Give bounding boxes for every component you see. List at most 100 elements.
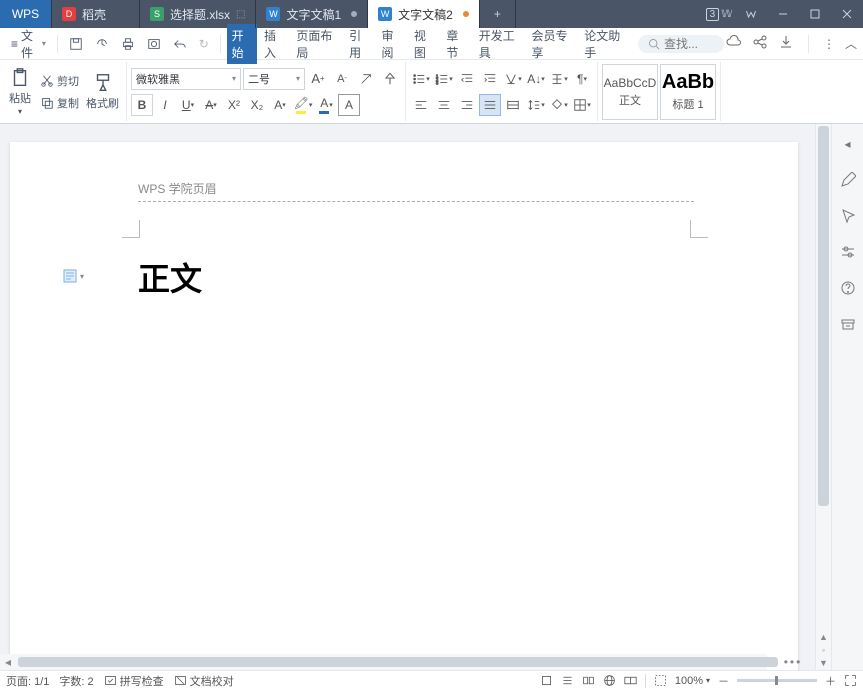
tab-doc2-active[interactable]: W文字文稿2 — [368, 0, 480, 28]
document-area[interactable]: WPS 学院页眉 正文 ▾ ◂ ▸ ••• — [0, 124, 815, 670]
zoom-fit-icon[interactable] — [654, 674, 667, 687]
scroll-left-icon[interactable]: ◂ — [0, 655, 16, 669]
more-icon[interactable]: ⋮ — [823, 37, 835, 51]
spellcheck-toggle[interactable]: 拼写检查 — [104, 673, 164, 689]
expand-sidebar-icon[interactable]: ◂ — [836, 132, 860, 156]
align-right-icon[interactable] — [456, 94, 478, 116]
align-left-icon[interactable] — [410, 94, 432, 116]
text-effects-icon[interactable]: A▾ — [269, 94, 291, 116]
ribbon-tab-devtools[interactable]: 开发工具 — [474, 24, 525, 64]
search-input[interactable] — [664, 37, 714, 51]
underline-icon[interactable]: U▾ — [177, 94, 199, 116]
hscroll-thumb[interactable] — [18, 657, 778, 667]
tab-docer[interactable]: D稻壳 — [52, 0, 140, 28]
view-reading-icon[interactable] — [582, 674, 595, 687]
document-body-text[interactable]: 正文 — [138, 254, 202, 300]
superscript-icon[interactable]: X² — [223, 94, 245, 116]
cloud-icon[interactable] — [726, 34, 742, 53]
next-page-icon[interactable]: ▼ — [819, 658, 828, 668]
font-color-icon[interactable]: A▾ — [315, 94, 337, 116]
settings-slider-icon[interactable] — [836, 240, 860, 264]
hamburger-menu[interactable]: ≡ 文件 ▾ — [6, 24, 51, 64]
ribbon-tab-section[interactable]: 章节 — [441, 24, 471, 64]
italic-icon[interactable]: I — [154, 94, 176, 116]
view-web-icon[interactable] — [603, 674, 616, 687]
ribbon-tab-review[interactable]: 审阅 — [377, 24, 407, 64]
print-preview-icon[interactable] — [90, 34, 114, 54]
strikethrough-icon[interactable]: A▾ — [200, 94, 222, 116]
align-center-icon[interactable] — [433, 94, 455, 116]
select-tool-icon[interactable] — [836, 204, 860, 228]
proofread-toggle[interactable]: 文档校对 — [174, 673, 234, 689]
align-distrib-icon[interactable] — [502, 94, 524, 116]
numbering-icon[interactable]: 123▾ — [433, 68, 455, 90]
ribbon-tab-layout[interactable]: 页面布局 — [291, 24, 342, 64]
ribbon-tab-view[interactable]: 视图 — [409, 24, 439, 64]
copy-button[interactable]: 复制 — [37, 93, 82, 113]
fullscreen-icon[interactable] — [844, 674, 857, 687]
page-indicator[interactable]: 页面: 1/1 — [6, 673, 49, 689]
page[interactable]: WPS 学院页眉 正文 — [10, 142, 798, 670]
subscript-icon[interactable]: X₂ — [246, 94, 268, 116]
view-outline-icon[interactable] — [561, 674, 574, 687]
maximize-button[interactable] — [799, 0, 831, 28]
pen-tool-icon[interactable] — [836, 168, 860, 192]
decrease-indent-icon[interactable] — [456, 68, 478, 90]
ribbon-tab-insert[interactable]: 插入 — [259, 24, 289, 64]
ribbon-tab-references[interactable]: 引用 — [344, 24, 374, 64]
prev-page-icon[interactable]: ▲ — [819, 632, 828, 642]
ribbon-tab-member[interactable]: 会员专享 — [526, 24, 577, 64]
vertical-scrollbar[interactable]: ▲ ◦ ▼ — [815, 124, 831, 670]
zoom-slider[interactable] — [737, 679, 817, 682]
bullets-icon[interactable]: ▾ — [410, 68, 432, 90]
close-button[interactable] — [831, 0, 863, 28]
help-icon[interactable] — [836, 276, 860, 300]
share-icon[interactable] — [752, 34, 768, 53]
redo-icon[interactable]: ↻ — [194, 34, 214, 54]
word-count[interactable]: 字数: 2 — [59, 673, 93, 689]
format-painter-button[interactable]: 格式刷 — [82, 70, 123, 113]
save-icon[interactable] — [64, 34, 88, 54]
page-header[interactable]: WPS 学院页眉 — [138, 180, 694, 202]
new-tab-button[interactable]: + — [480, 0, 516, 28]
para-marks-icon[interactable]: ¶▾ — [571, 68, 593, 90]
increase-indent-icon[interactable] — [479, 68, 501, 90]
ribbon-tab-thesis[interactable]: 论文助手 — [579, 24, 630, 64]
more-options-icon[interactable]: ••• — [777, 655, 809, 669]
grow-font-icon[interactable]: A+ — [307, 68, 329, 90]
zoom-out-icon[interactable]: － — [718, 673, 729, 689]
font-name-select[interactable]: 微软雅黑▾ — [131, 68, 241, 90]
export-icon[interactable] — [778, 34, 794, 53]
text-direction-icon[interactable]: ▾ — [502, 68, 524, 90]
notification-badge[interactable]: 3𝕎 — [703, 0, 735, 28]
print-direct-icon[interactable] — [142, 34, 166, 54]
page-nav-icon[interactable]: ◦ — [822, 645, 825, 655]
ribbon-tab-home[interactable]: 开始 — [227, 24, 257, 64]
archive-icon[interactable] — [836, 312, 860, 336]
view-print-icon[interactable] — [540, 674, 553, 687]
minimize-button[interactable] — [767, 0, 799, 28]
line-spacing-top-icon[interactable]: ▾ — [548, 68, 570, 90]
bold-icon[interactable]: B — [131, 94, 153, 116]
paragraph-layout-icon[interactable]: ▾ — [62, 268, 84, 284]
tab-spreadsheet[interactable]: S选择题.xlsx⬚ — [140, 0, 256, 28]
char-shading-icon[interactable]: A — [338, 94, 360, 116]
vscroll-thumb[interactable] — [818, 126, 829, 506]
paste-button[interactable]: 粘贴▾ — [5, 65, 35, 118]
view-draft-icon[interactable] — [624, 674, 637, 687]
search-box[interactable] — [638, 35, 724, 53]
line-spacing-icon[interactable]: ▾ — [525, 94, 547, 116]
clear-format-icon[interactable] — [355, 68, 377, 90]
cut-button[interactable]: 剪切 — [37, 71, 82, 91]
undo-icon[interactable] — [168, 34, 192, 54]
style-heading1[interactable]: AaBb标题 1 — [660, 64, 716, 120]
tab-doc1[interactable]: W文字文稿1 — [256, 0, 368, 28]
zoom-in-icon[interactable]: ＋ — [825, 673, 836, 689]
sort-icon[interactable]: A↓▾ — [525, 68, 547, 90]
align-justify-icon[interactable] — [479, 94, 501, 116]
style-normal[interactable]: AaBbCcD正文 — [602, 64, 658, 120]
horizontal-scrollbar[interactable]: ◂ ▸ — [0, 654, 767, 670]
borders-icon[interactable]: ▾ — [571, 94, 593, 116]
wps-home-tab[interactable]: WPS — [0, 0, 52, 28]
highlight-icon[interactable]: 🖍▾ — [292, 94, 314, 116]
